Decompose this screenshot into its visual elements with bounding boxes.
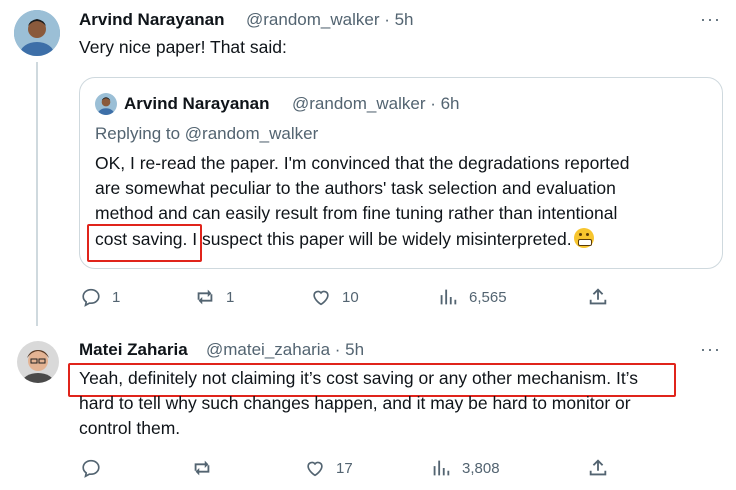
like-count: 17 (336, 459, 353, 477)
author-handle-time[interactable]: @matei_zaharia · 5h (206, 340, 364, 360)
heart-icon (307, 461, 323, 477)
share-icon (589, 288, 607, 305)
heart-icon (313, 290, 329, 306)
avatar-arvind[interactable] (14, 10, 60, 56)
quote-line-4-rest: I suspect this paper will be widely misi… (187, 229, 572, 249)
highlighted-phrase: Yeah, definitely not claiming it’s cost … (79, 368, 612, 388)
thread-line (36, 62, 38, 326)
avatar-arvind-small[interactable] (95, 93, 117, 115)
quote-author-handle-time[interactable]: @random_walker · 6h (292, 94, 460, 114)
like-button[interactable]: 17 (304, 457, 353, 479)
reply-icon (82, 288, 100, 307)
quote-line-1: OK, I re-read the paper. I'm convinced t… (95, 153, 630, 173)
quote-line-2: are somewhat peculiar to the authors' ta… (95, 178, 616, 198)
views-button[interactable]: 3,808 (430, 457, 500, 479)
views-button[interactable]: 6,565 (437, 286, 507, 308)
reply-button[interactable] (80, 457, 112, 479)
retweet-count: 1 (226, 288, 235, 306)
reply-icon (82, 459, 100, 478)
like-button[interactable]: 10 (310, 286, 359, 308)
retweet-button[interactable] (191, 457, 223, 479)
tweet-line-1-rest: It’s (611, 368, 639, 388)
view-count: 6,565 (469, 288, 507, 306)
author-name[interactable]: Arvind Narayanan (79, 10, 225, 30)
replying-to[interactable]: Replying to @random_walker (95, 124, 318, 144)
reply-count: 1 (112, 288, 121, 306)
quote-author-name[interactable]: Arvind Narayanan (124, 94, 270, 114)
author-handle-time[interactable]: @random_walker · 5h (246, 10, 414, 30)
avatar-matei[interactable] (17, 341, 59, 383)
more-options-icon[interactable]: ··· (700, 9, 721, 30)
more-options-icon[interactable]: ··· (700, 339, 721, 360)
retweet-button[interactable]: 1 (194, 286, 234, 308)
grimacing-face-icon (573, 228, 594, 248)
tweet-text: Very nice paper! That said: (79, 37, 287, 57)
view-count: 3,808 (462, 459, 500, 477)
quote-line-3: method and can easily result from fine t… (95, 203, 618, 223)
analytics-icon (440, 289, 457, 305)
tweet-line-2: hard to tell why such changes happen, an… (79, 393, 631, 413)
share-button[interactable] (587, 457, 609, 479)
reply-button[interactable]: 1 (80, 286, 120, 308)
retweet-icon (194, 460, 210, 476)
tweet-line-3: control them. (79, 418, 181, 438)
like-count: 10 (342, 288, 359, 306)
author-name[interactable]: Matei Zaharia (79, 340, 188, 360)
quote-line-4: cost saving. I suspect this paper will b… (95, 227, 594, 252)
tweet-line-1: Yeah, definitely not claiming it’s cost … (79, 366, 638, 391)
share-button[interactable] (587, 286, 609, 308)
retweet-icon (197, 289, 213, 305)
analytics-icon (433, 460, 450, 476)
share-icon (589, 459, 607, 476)
highlighted-phrase: cost saving. (95, 229, 188, 249)
